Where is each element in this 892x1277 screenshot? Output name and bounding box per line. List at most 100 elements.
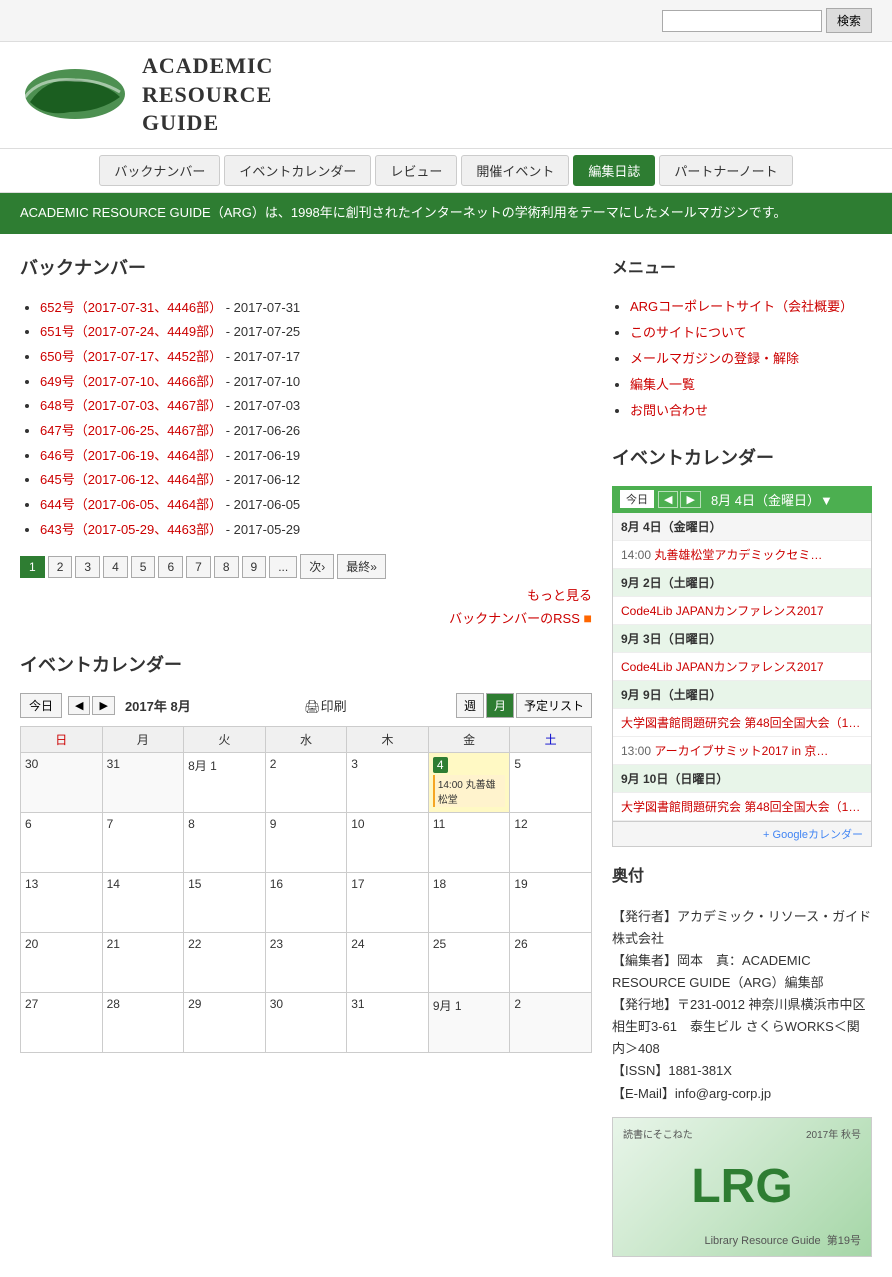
calendar-cell[interactable]: 13 (21, 873, 103, 933)
calendar-cell[interactable]: 10 (347, 813, 429, 873)
backnumber-link[interactable]: 643号（2017-05-29、4463部） (40, 522, 222, 537)
calendar-cell[interactable]: 21 (102, 933, 184, 993)
calendar-cell[interactable]: 414:00 丸善雄松堂 (428, 753, 510, 813)
event-item[interactable]: 13:00 アーカイブサミット2017 in 京… (613, 737, 871, 765)
nav-item-partner[interactable]: パートナーノート (659, 155, 792, 186)
cal-view-month[interactable]: 月 (486, 693, 514, 718)
menu-link-contact[interactable]: お問い合わせ (630, 403, 708, 418)
backnumber-link[interactable]: 645号（2017-06-12、4464部） (40, 472, 222, 487)
calendar-cell[interactable]: 2 (265, 753, 347, 813)
cal-header-thu: 木 (347, 727, 429, 753)
event-item[interactable]: 大学図書館問題研究会 第48回全国大会（1… (613, 709, 871, 737)
backnumber-link[interactable]: 646号（2017-06-19、4464部） (40, 448, 222, 463)
calendar-cell[interactable]: 18 (428, 873, 510, 933)
calendar-cell[interactable]: 7 (102, 813, 184, 873)
google-cal-btn[interactable]: + Googleカレンダー (763, 829, 863, 841)
calendar-cell[interactable]: 9月 1 (428, 993, 510, 1053)
page-btn-8[interactable]: 8 (214, 556, 239, 578)
page-btn-next[interactable]: 次› (300, 554, 334, 579)
search-button[interactable]: 検索 (826, 8, 872, 33)
calendar-cell[interactable]: 23 (265, 933, 347, 993)
backnumber-link[interactable]: 648号（2017-07-03、4467部） (40, 398, 222, 413)
calendar-cell[interactable]: 24 (347, 933, 429, 993)
menu-link-corporate[interactable]: ARGコーポレートサイト（会社概要） (630, 299, 853, 314)
page-btn-1[interactable]: 1 (20, 556, 45, 578)
calendar-cell[interactable]: 3 (347, 753, 429, 813)
calendar-cell[interactable]: 8月 1 (184, 753, 266, 813)
cal-next-btn[interactable]: ▶ (92, 696, 114, 715)
calendar-cell[interactable]: 26 (510, 933, 592, 993)
calendar-cell[interactable]: 20 (21, 933, 103, 993)
event-link[interactable]: Code4Lib JAPANカンファレンス2017 (621, 604, 824, 618)
backnumber-link[interactable]: 644号（2017-06-05、4464部） (40, 497, 222, 512)
page-btn-4[interactable]: 4 (103, 556, 128, 578)
cal-prev-btn[interactable]: ◀ (68, 696, 90, 715)
calendar-cell[interactable]: 30 (265, 993, 347, 1053)
backnumber-link[interactable]: 647号（2017-06-25、4467部） (40, 423, 222, 438)
calendar-cell[interactable]: 11 (428, 813, 510, 873)
calendar-cell[interactable]: 19 (510, 873, 592, 933)
day-number: 10 (351, 817, 364, 831)
page-btn-3[interactable]: 3 (75, 556, 100, 578)
page-btn-9[interactable]: 9 (242, 556, 267, 578)
event-item[interactable]: 14:00 丸善雄松堂アカデミックセミ… (613, 541, 871, 569)
event-link[interactable]: 大学図書館問題研究会 第48回全国大会（1… (621, 800, 860, 814)
calendar-cell[interactable]: 30 (21, 753, 103, 813)
cal-view-week[interactable]: 週 (456, 693, 484, 718)
event-link[interactable]: Code4Lib JAPANカンファレンス2017 (621, 660, 824, 674)
cal-today-btn[interactable]: 今日 (20, 693, 62, 718)
calendar-cell[interactable]: 28 (102, 993, 184, 1053)
calendar-cell[interactable]: 5 (510, 753, 592, 813)
mini-cal-next[interactable]: ▶ (680, 491, 700, 508)
event-item[interactable]: 大学図書館問題研究会 第48回全国大会（1… (613, 793, 871, 821)
backnumber-link[interactable]: 649号（2017-07-10、4466部） (40, 374, 222, 389)
calendar-cell[interactable]: 12 (510, 813, 592, 873)
page-btn-last[interactable]: 最終» (337, 554, 386, 579)
backnumber-link[interactable]: 652号（2017-07-31、4446部） (40, 300, 222, 315)
print-icon[interactable]: 🖨印刷 (304, 696, 347, 715)
search-input[interactable] (662, 10, 822, 32)
calendar-cell[interactable]: 27 (21, 993, 103, 1053)
calendar-cell[interactable]: 6 (21, 813, 103, 873)
page-btn-7[interactable]: 7 (186, 556, 211, 578)
menu-link-about[interactable]: このサイトについて (630, 325, 747, 340)
calendar-cell[interactable]: 16 (265, 873, 347, 933)
menu-link-editors[interactable]: 編集人一覧 (630, 377, 695, 392)
nav-item-events[interactable]: 開催イベント (461, 155, 569, 186)
nav-item-diary[interactable]: 編集日誌 (573, 155, 655, 186)
page-btn-6[interactable]: 6 (158, 556, 183, 578)
mini-cal-today-btn[interactable]: 今日 (620, 490, 654, 508)
page-btn-5[interactable]: 5 (131, 556, 156, 578)
backnumber-link[interactable]: 650号（2017-07-17、4452部） (40, 349, 222, 364)
event-item[interactable]: Code4Lib JAPANカンファレンス2017 (613, 653, 871, 681)
event-link[interactable]: 大学図書館問題研究会 第48回全国大会（1… (621, 716, 860, 730)
rss-link[interactable]: バックナンバーのRSS ■ (20, 608, 592, 627)
calendar-cell[interactable]: 31 (347, 993, 429, 1053)
hero-text: ACADEMIC RESOURCE GUIDE（ARG）は、1998年に創刊され… (20, 205, 786, 220)
calendar-cell[interactable]: 29 (184, 993, 266, 1053)
cal-nav: ◀ ▶ (68, 696, 115, 715)
page-btn-2[interactable]: 2 (48, 556, 73, 578)
nav-item-event-calendar[interactable]: イベントカレンダー (224, 155, 371, 186)
mini-cal-prev[interactable]: ◀ (658, 491, 678, 508)
calendar-cell[interactable]: 8 (184, 813, 266, 873)
calendar-cell[interactable]: 9 (265, 813, 347, 873)
calendar-cell[interactable]: 17 (347, 873, 429, 933)
calendar-event[interactable]: 14:00 丸善雄松堂 (433, 775, 506, 807)
calendar-cell[interactable]: 22 (184, 933, 266, 993)
backnumber-list: 652号（2017-07-31、4446部） - 2017-07-31 651号… (20, 296, 592, 543)
menu-link-register[interactable]: メールマガジンの登録・解除 (630, 351, 799, 366)
event-link[interactable]: 丸善雄松堂アカデミックセミ… (654, 548, 822, 562)
calendar-cell[interactable]: 2 (510, 993, 592, 1053)
cal-view-list[interactable]: 予定リスト (516, 693, 592, 718)
calendar-cell[interactable]: 25 (428, 933, 510, 993)
nav-item-backnumber[interactable]: バックナンバー (99, 155, 220, 186)
event-link[interactable]: アーカイブサミット2017 in 京… (654, 744, 828, 758)
backnumber-link[interactable]: 651号（2017-07-24、4449部） (40, 324, 222, 339)
nav-item-review[interactable]: レビュー (375, 155, 457, 186)
calendar-cell[interactable]: 31 (102, 753, 184, 813)
more-link[interactable]: もっと見る (20, 585, 592, 604)
calendar-cell[interactable]: 15 (184, 873, 266, 933)
event-item[interactable]: Code4Lib JAPANカンファレンス2017 (613, 597, 871, 625)
calendar-cell[interactable]: 14 (102, 873, 184, 933)
